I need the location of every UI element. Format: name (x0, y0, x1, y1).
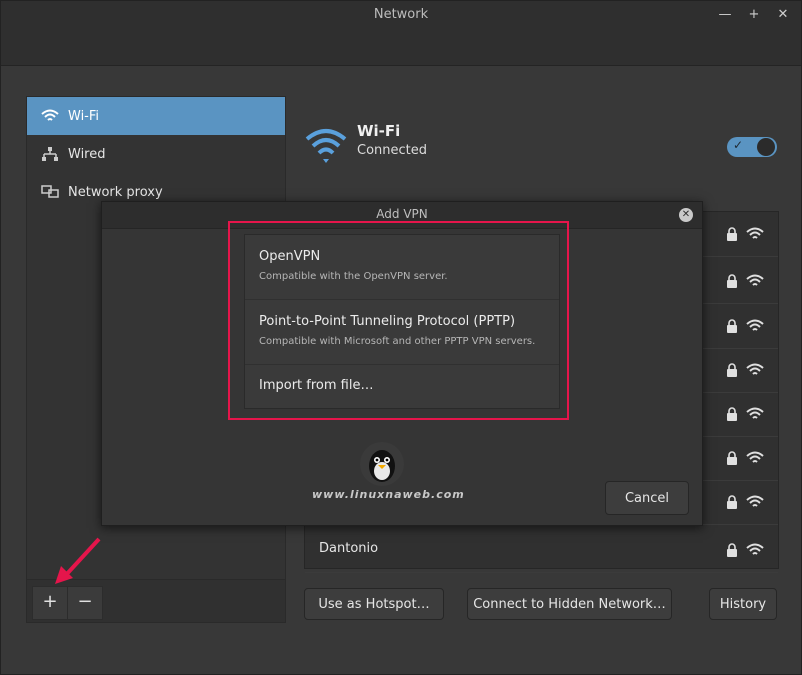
wifi-signal-icon (746, 273, 764, 292)
history-button[interactable]: History (709, 588, 777, 620)
lock-icon (726, 450, 738, 469)
vpn-option-subtitle: Compatible with the OpenVPN server. (259, 271, 448, 282)
wifi-signal-icon (746, 226, 764, 245)
lock-icon (726, 494, 738, 513)
vpn-option-subtitle: Compatible with Microsoft and other PPTP… (259, 336, 536, 347)
sidebar-item-label: Wi-Fi (68, 108, 100, 124)
wifi-large-icon (304, 127, 348, 169)
sidebar-item-wired[interactable]: Wired (27, 135, 285, 173)
wifi-signal-icon (746, 406, 764, 425)
close-icon[interactable]: ✕ (775, 7, 791, 23)
vpn-option-title: Point-to-Point Tunneling Protocol (PPTP) (259, 314, 516, 329)
dialog-header: Add VPN ✕ (102, 202, 702, 229)
close-icon[interactable]: ✕ (679, 208, 693, 222)
vpn-options-list: OpenVPN Compatible with the OpenVPN serv… (244, 234, 560, 409)
lock-icon (726, 226, 738, 245)
vpn-option-openvpn[interactable]: OpenVPN Compatible with the OpenVPN serv… (245, 235, 559, 300)
network-window: Network — + ✕ Wi-Fi Wired Network proxy … (0, 0, 802, 675)
wifi-status: Connected (357, 143, 428, 158)
network-row[interactable]: Dantonio (305, 528, 778, 573)
connect-hidden-network-button[interactable]: Connect to Hidden Network… (467, 588, 672, 620)
wifi-toggle[interactable]: ✓ (727, 137, 777, 157)
wifi-title: Wi-Fi (357, 122, 401, 140)
vpn-option-import[interactable]: Import from file… (245, 365, 559, 408)
sidebar-item-label: Network proxy (68, 184, 163, 200)
vpn-option-title: Import from file… (259, 378, 374, 393)
maximize-icon[interactable]: + (746, 7, 762, 23)
wifi-signal-icon (746, 318, 764, 337)
wifi-signal-icon (746, 494, 764, 513)
dialog-title: Add VPN (376, 207, 428, 221)
network-proxy-icon (40, 185, 60, 199)
wifi-signal-icon (746, 362, 764, 381)
wifi-signal-icon (746, 542, 764, 561)
titlebar: Network — + ✕ (1, 1, 801, 66)
sidebar-item-label: Wired (68, 146, 106, 162)
wired-network-icon (40, 147, 60, 161)
toggle-knob (757, 138, 775, 156)
tux-logo-icon (359, 441, 405, 491)
lock-icon (726, 273, 738, 292)
vpn-option-title: OpenVPN (259, 249, 321, 264)
window-title: Network (373, 7, 429, 22)
sidebar-item-wifi[interactable]: Wi-Fi (27, 97, 285, 135)
check-icon: ✓ (733, 138, 744, 152)
lock-icon (726, 406, 738, 425)
use-as-hotspot-button[interactable]: Use as Hotspot… (304, 588, 444, 620)
network-name: Dantonio (319, 541, 379, 556)
minimize-icon[interactable]: — (717, 7, 733, 23)
vpn-option-pptp[interactable]: Point-to-Point Tunneling Protocol (PPTP)… (245, 300, 559, 365)
watermark: www.linuxnaweb.com (312, 488, 465, 501)
lock-icon (726, 318, 738, 337)
cancel-button[interactable]: Cancel (605, 481, 689, 515)
wifi-icon (40, 109, 60, 123)
wifi-signal-icon (746, 450, 764, 469)
lock-icon (726, 542, 738, 561)
lock-icon (726, 362, 738, 381)
pointer-arrow-icon (51, 536, 103, 592)
